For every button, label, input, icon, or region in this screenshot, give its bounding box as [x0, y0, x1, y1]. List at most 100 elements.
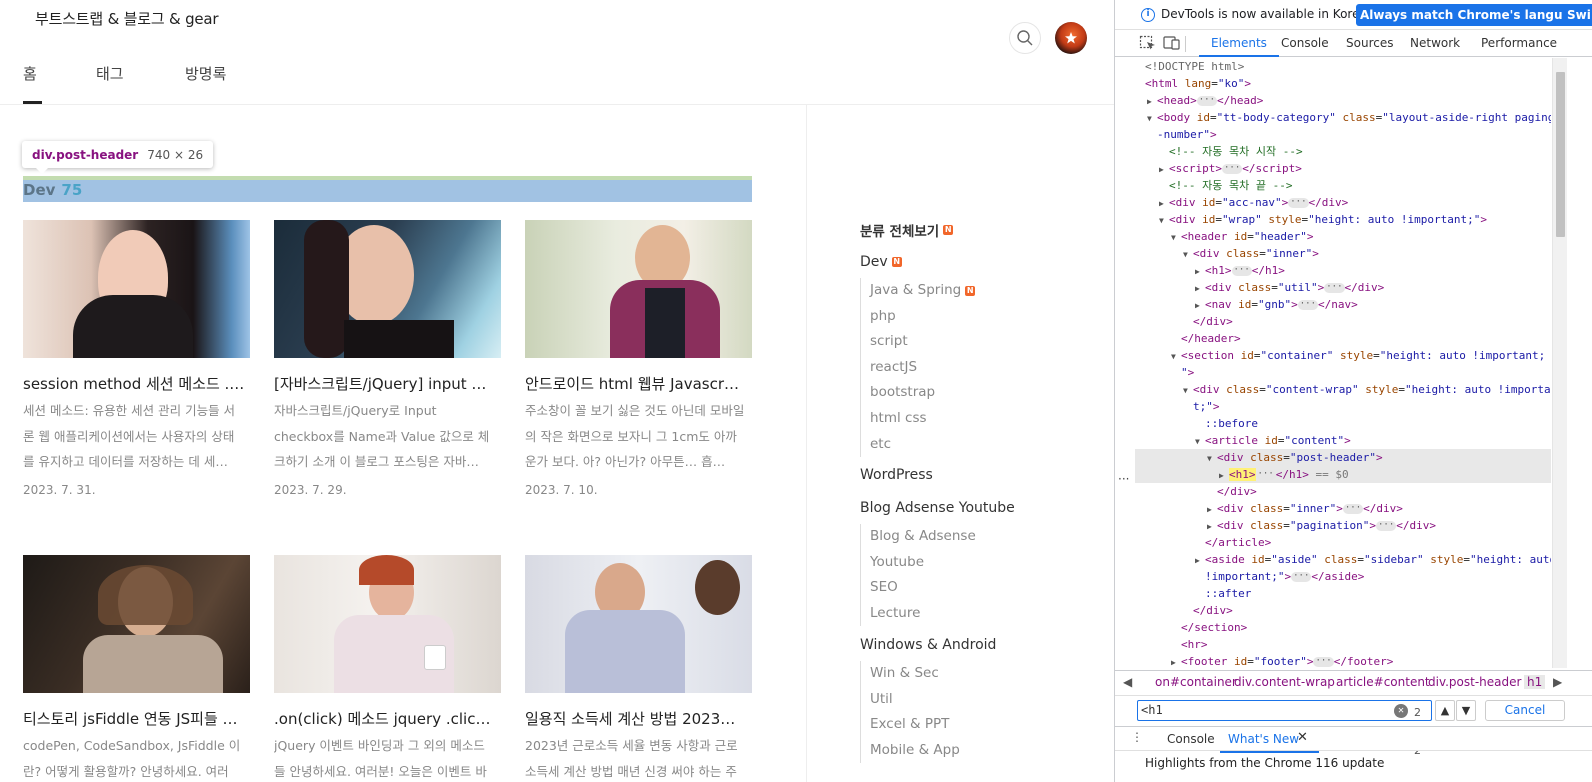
subcategory-item[interactable]: Win & Sec [861, 661, 960, 687]
subcategory-item[interactable]: php [861, 304, 975, 330]
scrollbar-thumb[interactable] [1556, 72, 1565, 237]
dom-node-selected[interactable]: ▶ <h1> ··· </h1> == $0 [1135, 466, 1551, 483]
dom-node[interactable]: ▶ <footer id="footer"> ··· </footer> [1171, 653, 1551, 668]
dom-node[interactable]: ▶ <h1> ··· </h1> [1195, 262, 1551, 279]
subcategory-item[interactable]: Util [861, 687, 960, 713]
post-card[interactable]: [자바스크립트/jQuery] input … 자바스크립트/jQuery로 I… [274, 220, 501, 497]
post-thumbnail[interactable] [274, 220, 501, 358]
search-query[interactable]: <h1 [1141, 703, 1163, 717]
dom-node[interactable]: "> [1181, 364, 1551, 381]
dom-node[interactable]: ▼ <div class="inner"> [1183, 245, 1551, 262]
site-title[interactable]: 부트스트랩 & 블로그 & gear [35, 8, 219, 29]
nav-guestbook[interactable]: 방명록 [185, 63, 265, 105]
dom-node[interactable]: ▶ <div class="pagination"> ··· </div> [1207, 517, 1551, 534]
switch-language-button[interactable]: Swi [1563, 4, 1592, 26]
subcategory-item[interactable]: script [861, 329, 975, 355]
close-tab-icon[interactable]: ✕ [1297, 730, 1308, 745]
previous-match-button[interactable]: ▲ [1435, 700, 1455, 721]
subcategory-item[interactable]: SEO [861, 575, 976, 601]
tab-network[interactable]: Network [1410, 30, 1460, 57]
dom-node[interactable]: <!-- 자동 목차 끝 --> [1169, 177, 1551, 194]
dom-node[interactable]: </header> [1181, 330, 1551, 347]
dom-node[interactable]: </section> [1181, 619, 1551, 636]
drawer-tab-whats-new[interactable]: What's New [1219, 732, 1320, 753]
dom-node[interactable]: ▼ <header id="header"> [1171, 228, 1551, 245]
crumb-item[interactable]: div.post-header [1428, 675, 1521, 689]
search-button[interactable] [1009, 22, 1041, 54]
dom-node[interactable]: -number"> [1157, 126, 1551, 143]
nav-home[interactable]: 홈 [23, 63, 96, 105]
more-options-icon[interactable]: ··· [1118, 472, 1129, 486]
dom-node[interactable]: ▶ <aside id="aside" class="sidebar" style… [1195, 551, 1551, 568]
next-match-button[interactable]: ▼ [1456, 700, 1476, 721]
subcategory-item[interactable]: Blog & Adsense [861, 524, 976, 550]
subcategory-item[interactable]: html css [861, 406, 975, 432]
post-thumbnail[interactable] [23, 220, 250, 358]
tab-sources[interactable]: Sources [1346, 30, 1393, 57]
category-windows-android[interactable]: Windows & Android [860, 637, 996, 653]
dom-node[interactable]: ▼ <body id="tt-body-category" class="layo… [1147, 109, 1551, 126]
dom-tree-scrollbar[interactable] [1552, 58, 1567, 668]
subcategory-label[interactable]: Java & Spring [870, 278, 961, 304]
dom-node[interactable]: <!-- 자동 목차 시작 --> [1169, 143, 1551, 160]
dom-node[interactable]: t;"> [1193, 398, 1551, 415]
post-title[interactable]: 티스토리 jsFiddle 연동 JS피들 … [23, 708, 250, 729]
post-title[interactable]: 안드로이드 html 웹뷰 Javascr… [525, 373, 752, 394]
crumb-item[interactable]: div.content-wrap [1234, 675, 1335, 689]
dom-node[interactable]: ▶ <div class="inner"> ··· </div> [1207, 500, 1551, 517]
tab-console[interactable]: Console [1281, 30, 1329, 57]
dom-node[interactable]: ▼ <section id="container" style="height: … [1171, 347, 1551, 364]
post-thumbnail[interactable] [23, 555, 250, 693]
subcategory-item[interactable]: bootstrap [861, 380, 975, 406]
avatar[interactable] [1055, 22, 1087, 54]
inspect-element-icon[interactable] [1139, 35, 1157, 51]
dom-node[interactable]: </div> [1193, 602, 1551, 619]
post-title[interactable]: [자바스크립트/jQuery] input … [274, 373, 501, 394]
clear-search-icon[interactable]: ✕ [1394, 704, 1408, 718]
post-title[interactable]: session method 세션 메소드 .… [23, 373, 250, 394]
tab-performance[interactable]: Performance [1481, 30, 1557, 57]
dom-node[interactable]: <html lang="ko"> [1145, 75, 1551, 92]
post-card[interactable]: .on(click) 메소드 jquery .clic… jQuery 이벤트 … [274, 555, 501, 779]
drawer-menu-icon[interactable]: ⋮ [1131, 730, 1143, 744]
dom-node[interactable]: <hr> [1181, 636, 1551, 653]
dom-node[interactable]: ▼ <div class="post-header"> [1135, 449, 1551, 466]
subcategory-item[interactable]: reactJS [861, 355, 975, 381]
post-thumbnail[interactable] [274, 555, 501, 693]
crumb-item[interactable]: on#container [1155, 675, 1237, 689]
dom-node[interactable]: </div> [1193, 313, 1551, 330]
category-blog-adsense-youtube[interactable]: Blog Adsense Youtube [860, 500, 1015, 516]
dom-node[interactable]: </div> [1217, 483, 1551, 500]
crumb-left-arrow[interactable]: ◀ [1123, 675, 1132, 689]
dom-node[interactable]: ▼ <article id="content"> [1195, 432, 1551, 449]
category-all-label[interactable]: 분류 전체보기 [860, 220, 939, 240]
drawer-tab-console[interactable]: Console [1167, 732, 1215, 746]
subcategory-item[interactable]: Youtube [861, 550, 976, 576]
post-title[interactable]: .on(click) 메소드 jquery .clic… [274, 708, 501, 729]
subcategory-item[interactable]: Lecture [861, 601, 976, 627]
match-language-button[interactable]: Always match Chrome's language [1356, 4, 1592, 26]
dom-node[interactable]: ::before [1205, 415, 1551, 432]
category-dev[interactable]: Dev N [860, 254, 902, 270]
post-card[interactable]: session method 세션 메소드 .… 세션 메소드: 유용한 세션 … [23, 220, 250, 497]
subcategory-item[interactable]: Excel & PPT [861, 712, 960, 738]
elements-search-input[interactable]: <h1 ✕ 2 of 2 [1137, 700, 1432, 757]
post-thumbnail[interactable] [525, 555, 752, 693]
cancel-search-button[interactable]: Cancel [1485, 700, 1565, 721]
subcategory-item[interactable]: Mobile & App [861, 738, 960, 764]
dom-tree[interactable]: <!DOCTYPE html> <html lang="ko"> ▶ <head>… [1115, 58, 1551, 668]
post-thumbnail[interactable] [525, 220, 752, 358]
post-card[interactable]: 티스토리 jsFiddle 연동 JS피들 … codePen, CodeSan… [23, 555, 250, 779]
category-label[interactable]: Dev [860, 254, 888, 270]
dom-node[interactable]: ▶ <nav id="gnb"> ··· </nav> [1195, 296, 1551, 313]
dom-node[interactable]: ::after [1205, 585, 1551, 602]
post-card[interactable]: 안드로이드 html 웹뷰 Javascr… 주소창이 꼴 보기 싫은 것도 아… [525, 220, 752, 497]
nav-tag[interactable]: 태그 [96, 63, 185, 105]
dom-node[interactable]: ▶ <script> ··· </script> [1159, 160, 1551, 177]
dom-node[interactable]: ▼ <div class="content-wrap" style="height… [1183, 381, 1551, 398]
dom-node[interactable]: ▶ <div id="acc-nav"> ··· </div> [1159, 194, 1551, 211]
category-wordpress[interactable]: WordPress [860, 467, 933, 483]
crumb-item[interactable]: article#content [1336, 675, 1430, 689]
crumb-right-arrow[interactable]: ▶ [1553, 675, 1562, 689]
dom-node[interactable]: </article> [1205, 534, 1551, 551]
